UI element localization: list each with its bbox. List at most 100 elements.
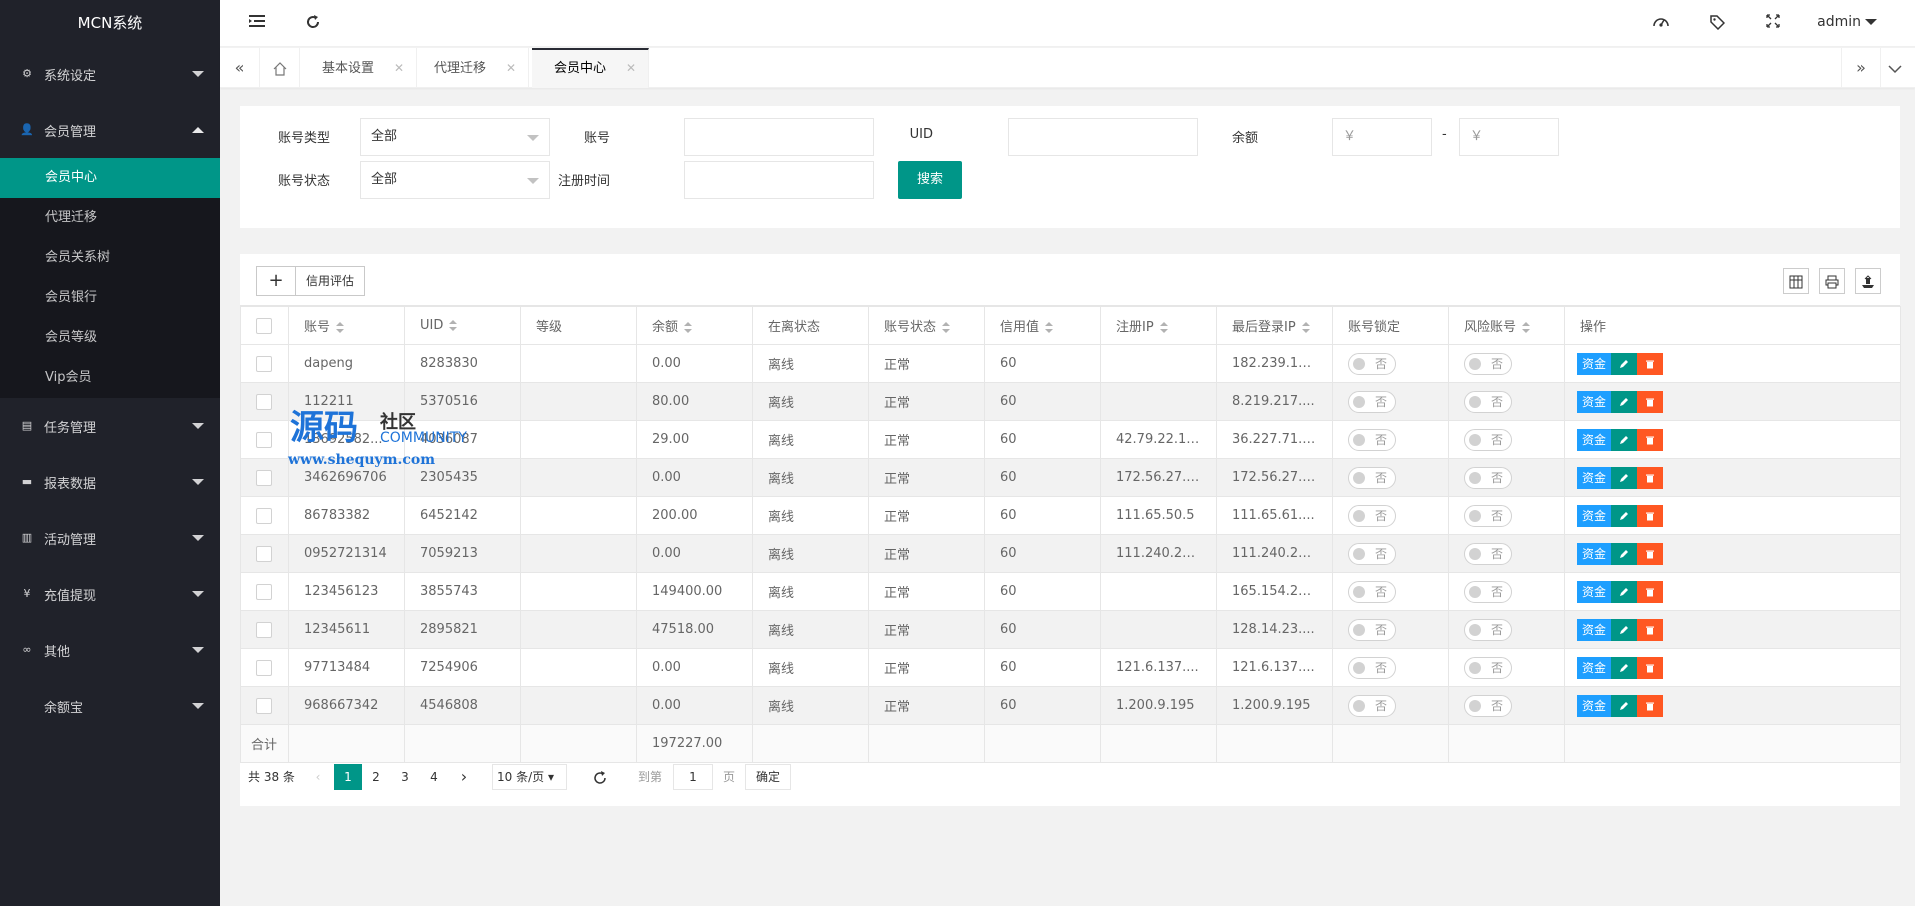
fund-button[interactable]: 资金 <box>1577 466 1611 489</box>
risk-toggle[interactable]: 否 <box>1464 504 1512 527</box>
menu-toggle-icon[interactable] <box>248 14 266 32</box>
user-menu[interactable]: admin <box>1817 14 1877 30</box>
tabs-menu-chevron-down-icon[interactable] <box>1875 48 1915 88</box>
pencil-icon[interactable] <box>1611 618 1637 641</box>
row-checkbox[interactable] <box>256 355 272 372</box>
select-all-checkbox[interactable] <box>256 317 272 334</box>
print-icon[interactable] <box>1819 268 1845 294</box>
sort-icon[interactable] <box>684 322 693 333</box>
close-icon[interactable]: ✕ <box>626 61 636 75</box>
home-tab-icon[interactable] <box>260 48 300 88</box>
pencil-icon[interactable] <box>1611 352 1637 375</box>
sidebar-group-header[interactable]: ▬ 报表数据 <box>0 454 220 510</box>
refresh-page-icon[interactable] <box>590 764 610 790</box>
sidebar-item[interactable]: 会员等级 <box>0 318 220 358</box>
lock-toggle[interactable]: 否 <box>1348 694 1396 717</box>
row-checkbox[interactable] <box>256 469 272 486</box>
sort-icon[interactable] <box>1301 322 1310 333</box>
column-header[interactable]: 余额 <box>636 306 753 345</box>
search-button[interactable]: 搜索 <box>898 161 962 199</box>
row-checkbox[interactable] <box>256 697 272 714</box>
row-checkbox[interactable] <box>256 583 272 600</box>
close-icon[interactable]: ✕ <box>506 61 516 75</box>
prev-page-icon[interactable]: ‹ <box>308 764 328 790</box>
tabs-scroll-left-icon[interactable]: « <box>220 48 260 88</box>
risk-toggle[interactable]: 否 <box>1464 428 1512 451</box>
row-checkbox[interactable] <box>256 621 272 638</box>
fullscreen-icon[interactable] <box>1764 14 1782 32</box>
tab-basic-settings[interactable]: 基本设置 ✕ <box>300 48 418 88</box>
trash-icon[interactable] <box>1637 580 1663 603</box>
risk-toggle[interactable]: 否 <box>1464 542 1512 565</box>
account-status-select[interactable]: 全部 <box>360 161 550 199</box>
next-page-icon[interactable]: › <box>452 764 476 790</box>
tab-agent-migration[interactable]: 代理迁移 ✕ <box>412 48 530 88</box>
trash-icon[interactable] <box>1637 466 1663 489</box>
pencil-icon[interactable] <box>1611 656 1637 679</box>
risk-toggle[interactable]: 否 <box>1464 466 1512 489</box>
uid-input[interactable] <box>1008 118 1198 156</box>
theme-icon[interactable] <box>1652 14 1670 32</box>
risk-toggle[interactable]: 否 <box>1464 352 1512 375</box>
lock-toggle[interactable]: 否 <box>1348 504 1396 527</box>
trash-icon[interactable] <box>1637 694 1663 717</box>
pencil-icon[interactable] <box>1611 580 1637 603</box>
row-checkbox[interactable] <box>256 659 272 676</box>
column-header[interactable]: 账号 <box>288 306 405 345</box>
sort-icon[interactable] <box>1159 322 1168 333</box>
sidebar-item[interactable]: Vip会员 <box>0 358 220 398</box>
trash-icon[interactable] <box>1637 618 1663 641</box>
fund-button[interactable]: 资金 <box>1577 504 1611 527</box>
column-header[interactable]: 信用值 <box>984 306 1101 345</box>
lock-toggle[interactable]: 否 <box>1348 580 1396 603</box>
risk-toggle[interactable]: 否 <box>1464 656 1512 679</box>
fund-button[interactable]: 资金 <box>1577 694 1611 717</box>
sidebar-group-header[interactable]: 余额宝 <box>0 678 220 734</box>
row-checkbox[interactable] <box>256 507 272 524</box>
refresh-icon[interactable] <box>304 14 322 32</box>
credit-eval-button[interactable]: 信用评估 <box>295 266 365 296</box>
tag-icon[interactable] <box>1708 14 1726 32</box>
risk-toggle[interactable]: 否 <box>1464 390 1512 413</box>
page-size-select[interactable]: 10 条/页 ▾ <box>492 764 567 790</box>
fund-button[interactable]: 资金 <box>1577 618 1611 641</box>
sort-icon[interactable] <box>336 322 345 333</box>
pencil-icon[interactable] <box>1611 428 1637 451</box>
account-input[interactable] <box>684 118 874 156</box>
goto-page-input[interactable]: 1 <box>673 764 713 790</box>
column-header[interactable]: 风险账号 <box>1448 306 1565 345</box>
account-type-select[interactable]: 全部 <box>360 118 550 156</box>
trash-icon[interactable] <box>1637 656 1663 679</box>
balance-min-input[interactable]: ￥ <box>1332 118 1432 156</box>
fund-button[interactable]: 资金 <box>1577 542 1611 565</box>
export-icon[interactable] <box>1855 268 1881 294</box>
sidebar-group-header[interactable]: 👤 会员管理 <box>0 102 220 158</box>
sort-icon[interactable] <box>1045 322 1054 333</box>
column-header[interactable]: UID <box>404 306 521 345</box>
add-button[interactable]: + <box>256 266 296 296</box>
risk-toggle[interactable]: 否 <box>1464 618 1512 641</box>
sort-icon[interactable] <box>1522 322 1531 333</box>
page-4[interactable]: 4 <box>422 764 446 790</box>
page-1[interactable]: 1 <box>334 764 362 790</box>
sidebar-group-header[interactable]: ▤ 任务管理 <box>0 398 220 454</box>
pencil-icon[interactable] <box>1611 390 1637 413</box>
goto-confirm-button[interactable]: 确定 <box>745 764 791 790</box>
lock-toggle[interactable]: 否 <box>1348 428 1396 451</box>
trash-icon[interactable] <box>1637 542 1663 565</box>
sidebar-group-header[interactable]: ∞ 其他 <box>0 622 220 678</box>
row-checkbox[interactable] <box>256 545 272 562</box>
row-checkbox[interactable] <box>256 431 272 448</box>
sidebar-group-header[interactable]: ▥ 活动管理 <box>0 510 220 566</box>
fund-button[interactable]: 资金 <box>1577 390 1611 413</box>
sort-icon[interactable] <box>942 322 951 333</box>
page-3[interactable]: 3 <box>393 764 417 790</box>
fund-button[interactable]: 资金 <box>1577 352 1611 375</box>
sidebar-item[interactable]: 会员关系树 <box>0 238 220 278</box>
column-header[interactable]: 账号状态 <box>868 306 985 345</box>
reg-time-input[interactable] <box>684 161 874 199</box>
page-2[interactable]: 2 <box>364 764 388 790</box>
lock-toggle[interactable]: 否 <box>1348 618 1396 641</box>
lock-toggle[interactable]: 否 <box>1348 352 1396 375</box>
sidebar-group-header[interactable]: ⚙ 系统设定 <box>0 46 220 102</box>
